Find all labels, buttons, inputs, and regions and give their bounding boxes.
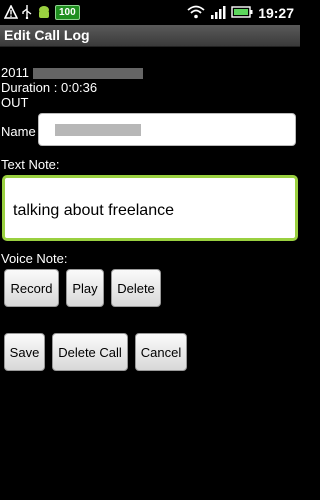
wifi-icon: [187, 5, 205, 21]
signal-icon: [210, 5, 226, 21]
save-button[interactable]: Save: [4, 333, 45, 371]
call-date-year: 2011: [1, 65, 29, 80]
record-button[interactable]: Record: [4, 269, 59, 307]
play-button[interactable]: Play: [66, 269, 104, 307]
call-date: 2011: [1, 65, 143, 80]
call-duration: Duration : 0:0:36: [1, 80, 98, 95]
title-bar: Edit Call Log: [0, 25, 300, 47]
status-bar: 100 19:27: [0, 0, 300, 25]
redacted-name: [55, 124, 141, 136]
usb-icon: [21, 4, 33, 21]
page-title: Edit Call Log: [4, 27, 90, 43]
name-label: Name: [1, 124, 36, 139]
battery-level-badge: 100: [55, 5, 80, 20]
android-icon: [36, 4, 52, 22]
cancel-button[interactable]: Cancel: [135, 333, 187, 371]
warning-icon: [3, 3, 19, 21]
call-direction: OUT: [1, 95, 29, 110]
delete-call-button[interactable]: Delete Call: [52, 333, 128, 371]
battery-icon: [231, 5, 253, 20]
voice-note-label: Voice Note:: [1, 251, 68, 266]
text-note-field[interactable]: talking about freelance: [2, 175, 298, 241]
name-field[interactable]: [38, 113, 296, 146]
delete-voice-button[interactable]: Delete: [111, 269, 161, 307]
redacted-date: [32, 68, 143, 80]
text-note-label: Text Note:: [1, 157, 60, 172]
clock: 19:27: [258, 4, 294, 21]
